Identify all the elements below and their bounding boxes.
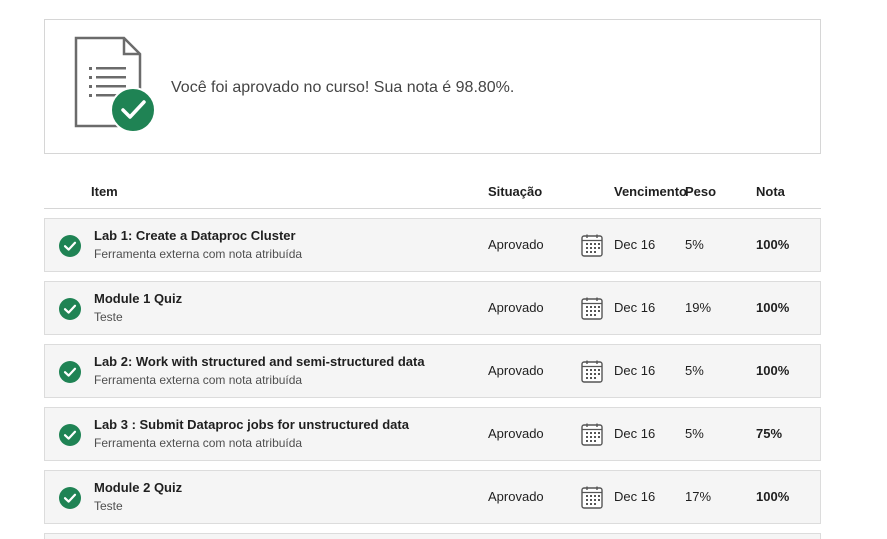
grade-value: 75%: [756, 426, 783, 441]
calendar-icon: [581, 423, 603, 446]
status-text: Aprovado: [488, 489, 544, 504]
weight-value: 19%: [685, 300, 712, 315]
status-text: Aprovado: [488, 237, 544, 252]
table-row[interactable]: Lab 2: Work with structured and semi-str…: [44, 344, 821, 398]
weight-value: 5%: [685, 363, 704, 378]
calendar-icon: [581, 297, 603, 320]
item-type: Ferramenta externa com nota atribuída: [94, 373, 303, 387]
due-date: Dec 16: [614, 363, 656, 378]
calendar-icon: [581, 360, 603, 383]
status-text: Aprovado: [488, 300, 544, 315]
table-row-partial: [44, 533, 821, 539]
table-row[interactable]: Module 1 Quiz Teste Aprovado Dec 16 19% 100%: [44, 281, 821, 335]
item-type: Teste: [94, 310, 123, 324]
grades-table-header: Item Situação Vencimento Peso Nota: [44, 175, 821, 209]
status-text: Aprovado: [488, 363, 544, 378]
calendar-icon: [581, 486, 603, 509]
table-row[interactable]: Module 2 Quiz Teste Aprovado Dec 16 17% 100%: [44, 470, 821, 524]
check-circle-icon: [59, 361, 81, 383]
item-title[interactable]: Module 2 Quiz: [94, 480, 182, 495]
column-header-status: Situação: [488, 184, 543, 199]
check-circle-icon: [59, 235, 81, 257]
item-title[interactable]: Module 1 Quiz: [94, 291, 182, 306]
column-header-grade: Nota: [756, 184, 785, 199]
check-circle-icon: [59, 424, 81, 446]
item-title[interactable]: Lab 3 : Submit Dataproc jobs for unstruc…: [94, 417, 409, 432]
due-date: Dec 16: [614, 489, 656, 504]
item-title[interactable]: Lab 2: Work with structured and semi-str…: [94, 354, 425, 369]
check-circle-icon: [59, 298, 81, 320]
table-row[interactable]: Lab 3 : Submit Dataproc jobs for unstruc…: [44, 407, 821, 461]
due-date: Dec 16: [614, 237, 656, 252]
column-header-weight: Peso: [685, 184, 717, 199]
column-header-item: Item: [91, 184, 118, 199]
check-circle-icon: [59, 487, 81, 509]
grade-value: 100%: [756, 363, 790, 378]
grade-value: 100%: [756, 237, 790, 252]
course-passed-message: Você foi aprovado no curso! Sua nota é 9…: [171, 79, 515, 96]
weight-value: 5%: [685, 237, 704, 252]
document-check-icon: [74, 36, 156, 133]
calendar-icon: [581, 234, 603, 257]
column-header-due: Vencimento: [614, 184, 687, 199]
grade-value: 100%: [756, 489, 790, 504]
table-row[interactable]: Lab 1: Create a Dataproc Cluster Ferramen…: [44, 218, 821, 272]
item-title[interactable]: Lab 1: Create a Dataproc Cluster: [94, 228, 296, 243]
course-passed-banner: Você foi aprovado no curso! Sua nota é 9…: [44, 19, 821, 154]
weight-value: 17%: [685, 489, 712, 504]
item-type: Ferramenta externa com nota atribuída: [94, 247, 303, 261]
status-text: Aprovado: [488, 426, 544, 441]
weight-value: 5%: [685, 426, 704, 441]
item-type: Teste: [94, 499, 123, 513]
due-date: Dec 16: [614, 300, 656, 315]
grade-value: 100%: [756, 300, 790, 315]
due-date: Dec 16: [614, 426, 656, 441]
item-type: Ferramenta externa com nota atribuída: [94, 436, 303, 450]
